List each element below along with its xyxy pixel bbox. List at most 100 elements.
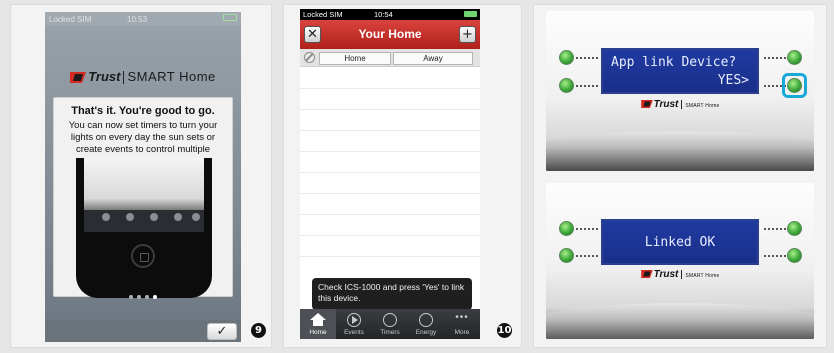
led-button-bottom-left[interactable] <box>559 248 574 263</box>
card-body: You can now set timers to turn your ligh… <box>68 120 218 155</box>
trust-logo: Trust SMART Home <box>546 269 814 280</box>
dotted-line <box>576 255 598 257</box>
tab-timers[interactable]: Timers <box>372 309 408 339</box>
trust-logo: Trust SMART Home <box>546 99 814 110</box>
link-device-toast: Check ICS-1000 and press 'Yes' to link t… <box>312 278 472 310</box>
card-title: That's it. You're good to go. <box>71 105 215 117</box>
dotted-line <box>764 228 786 230</box>
play-icon <box>347 313 361 327</box>
led-button-top-right[interactable] <box>787 221 802 236</box>
add-button[interactable]: + <box>459 26 476 43</box>
page-dot <box>137 295 141 299</box>
battery-icon <box>464 11 477 17</box>
status-time: 10:53 <box>127 15 148 24</box>
dotted-line <box>764 57 786 59</box>
home-segment-button[interactable]: Home <box>319 52 391 65</box>
phone-screen-2: Locked SIM 10:54 ✕ Your Home + Home Away… <box>300 9 480 339</box>
led-button-bottom-right[interactable] <box>787 248 802 263</box>
app-header: ✕ Your Home + <box>300 20 480 49</box>
page-title: Your Home <box>358 27 422 41</box>
trust-mark-icon <box>640 100 653 109</box>
tab-energy[interactable]: Energy <box>408 309 444 339</box>
led-button-top-right[interactable] <box>787 50 802 65</box>
tab-events[interactable]: Events <box>336 309 372 339</box>
events-icon <box>126 213 134 221</box>
mini-tab-bar <box>84 210 204 232</box>
device-edge <box>546 303 814 339</box>
tab-label: Home <box>309 329 327 336</box>
gauge-icon <box>419 313 433 327</box>
brand-divider <box>681 269 683 279</box>
lcd-line-1: Linked OK <box>644 235 716 250</box>
device-edge <box>546 131 814 171</box>
lcd-line-1: App link Device? <box>611 55 737 70</box>
brand-product: SMART Home <box>685 273 720 279</box>
lcd-display: App link Device? YES> <box>601 48 759 94</box>
timers-icon <box>150 213 158 221</box>
trust-mark-icon <box>640 270 653 279</box>
away-segment-button[interactable]: Away <box>393 52 473 65</box>
list-row <box>300 194 480 215</box>
tab-label: Timers <box>380 329 400 336</box>
info-icon <box>174 213 182 221</box>
brand-product: SMART Home <box>685 103 720 109</box>
page-dot <box>129 295 133 299</box>
brand-name: Trust <box>653 269 679 280</box>
phone-screen-1: Locked SIM 10:53 Trust SMART Home That's … <box>45 12 241 342</box>
screen2-panel: Locked SIM 10:54 ✕ Your Home + Home Away… <box>283 4 522 348</box>
dotted-line <box>764 255 786 257</box>
trust-logo: Trust SMART Home <box>45 69 241 85</box>
led-button-top-left[interactable] <box>559 221 574 236</box>
list-row <box>300 131 480 152</box>
led-button-bottom-left[interactable] <box>559 78 574 93</box>
list-row <box>300 89 480 110</box>
bottom-bar: ✓ <box>45 320 241 342</box>
list-row <box>300 215 480 236</box>
status-carrier: Locked SIM <box>303 10 343 19</box>
list-row <box>300 236 480 257</box>
tab-home[interactable]: Home <box>300 309 336 339</box>
status-time: 10:54 <box>374 10 393 19</box>
mini-screen <box>84 158 204 216</box>
device-panel: App link Device? YES> Trust SMART Home Li… <box>533 4 827 348</box>
list-row <box>300 152 480 173</box>
tab-bar: Home Events Timers Energy ••• More <box>300 309 480 339</box>
brand-product: SMART Home <box>127 69 216 84</box>
dotted-line <box>576 228 598 230</box>
battery-icon <box>223 14 237 21</box>
alarm-clock-icon <box>383 313 397 327</box>
page-indicator <box>45 286 241 304</box>
status-carrier: Locked SIM <box>49 15 92 24</box>
home-button-icon <box>131 244 155 268</box>
tab-label: Events <box>344 329 364 336</box>
list-row <box>300 173 480 194</box>
device-photo-linked: Linked OK Trust SMART Home <box>546 183 814 339</box>
brand-divider <box>681 99 683 109</box>
status-bar: Locked SIM 10:53 <box>45 12 241 26</box>
lcd-line-2: YES> <box>717 73 749 88</box>
dotted-line <box>576 57 598 59</box>
lcd-display: Linked OK <box>601 219 759 265</box>
more-dots-icon: ••• <box>455 312 469 323</box>
device-photo-link-prompt: App link Device? YES> Trust SMART Home <box>546 11 814 171</box>
list-row <box>300 110 480 131</box>
tab-more[interactable]: ••• More <box>444 309 480 339</box>
screen1-panel: Locked SIM 10:53 Trust SMART Home That's … <box>10 4 272 348</box>
dotted-line <box>576 85 598 87</box>
brand-name: Trust <box>653 99 679 110</box>
home-icon <box>102 213 110 221</box>
step-number-9: 9 <box>251 323 266 338</box>
status-bar: Locked SIM 10:54 <box>300 9 480 20</box>
onboarding-card: That's it. You're good to go. You can no… <box>53 97 233 298</box>
device-list <box>300 68 480 257</box>
step-number-10: 10 <box>497 323 512 338</box>
tab-label: More <box>454 329 470 336</box>
yes-button-highlight <box>782 73 807 98</box>
page-dot-active <box>153 295 157 299</box>
confirm-button[interactable]: ✓ <box>207 323 237 340</box>
page-dot <box>145 295 149 299</box>
prohibited-icon[interactable] <box>304 52 315 63</box>
led-button-top-left[interactable] <box>559 50 574 65</box>
mini-phone-illustration <box>76 158 212 298</box>
brand-name: Trust <box>88 69 121 84</box>
